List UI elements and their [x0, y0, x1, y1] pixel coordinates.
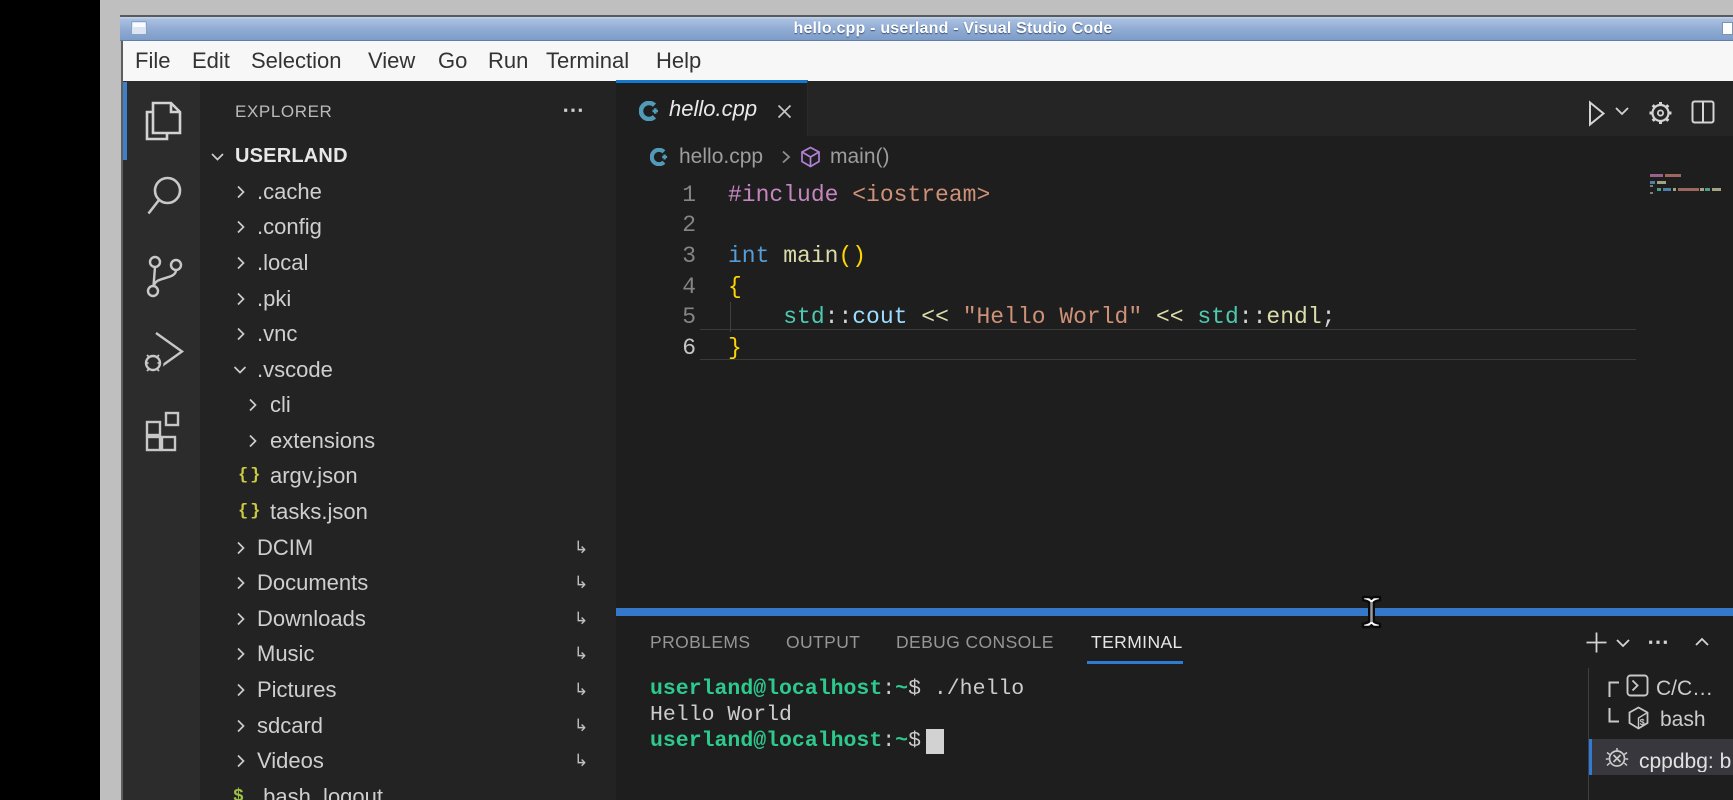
- svg-text:$: $: [1640, 718, 1646, 728]
